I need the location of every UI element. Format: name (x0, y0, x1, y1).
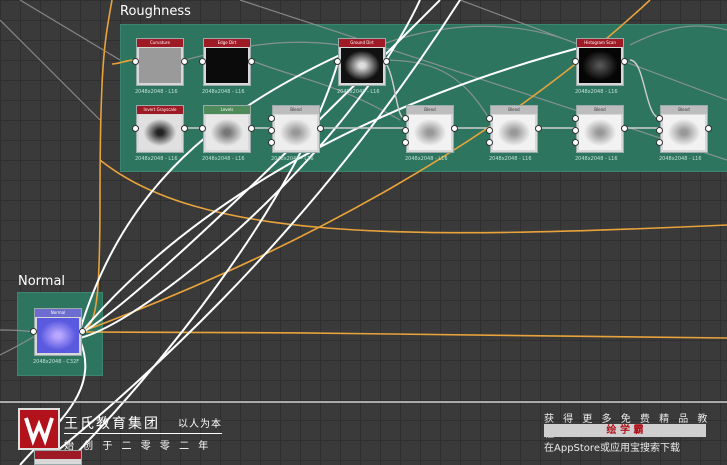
normal-input-port[interactable] (30, 328, 37, 335)
blend-2-input-port-b[interactable] (402, 127, 409, 134)
blend-node-5-title: Blend (661, 106, 707, 114)
normal-thumbnail (37, 318, 79, 353)
blend-node-2-caption: 2048x2048 - L16 (405, 156, 448, 162)
blend-4-input-port-c[interactable] (572, 139, 579, 146)
blend-node-3-title: Blend (491, 106, 537, 114)
watermark-logo (18, 408, 60, 450)
levels-output-port[interactable] (248, 125, 255, 132)
blend-node-2-title: Blend (407, 106, 453, 114)
blend-3-output-port[interactable] (535, 125, 542, 132)
blend-5-thumbnail (663, 115, 705, 150)
edge-dirt-input-port[interactable] (199, 58, 206, 65)
promo-app-name: 绘 学 霸 (544, 424, 706, 437)
normal-output-port[interactable] (79, 328, 86, 335)
blend-4-thumbnail (579, 115, 621, 150)
invert-grayscale-output-port[interactable] (181, 125, 188, 132)
watermark-divider (64, 433, 222, 434)
blend-1-input-port-b[interactable] (268, 127, 275, 134)
ground-dirt-node-title: Ground Dirt (339, 39, 385, 47)
blend-3-input-port-b[interactable] (486, 127, 493, 134)
watermark-org-name: 王氏教育集团 (64, 416, 160, 432)
histogram-scan-node-caption: 2048x2048 - L16 (575, 89, 618, 95)
edge-dirt-node[interactable]: Edge Dirt 2048x2048 - L16 (202, 38, 251, 95)
ground-dirt-node-caption: 2048x2048 - L16 (337, 89, 380, 95)
partial-node-header (35, 451, 81, 459)
blend-2-thumbnail (409, 115, 451, 150)
blend-1-input-port-c[interactable] (268, 139, 275, 146)
ground-dirt-input-port[interactable] (334, 58, 341, 65)
blend-node-4-caption: 2048x2048 - L16 (575, 156, 618, 162)
watermark-subline: 始 创 于 二 零 零 二 年 (64, 441, 212, 452)
blend-2-input-port-c[interactable] (402, 139, 409, 146)
promo-line-3: 在AppStore或应用宝搜索下载 (544, 443, 680, 454)
blend-5-input-port-a[interactable] (656, 115, 663, 122)
blend-node-5-caption: 2048x2048 - L16 (659, 156, 702, 162)
invert-grayscale-thumbnail (139, 115, 181, 150)
edge-dirt-node-title: Edge Dirt (204, 39, 250, 47)
blend-3-thumbnail (493, 115, 535, 150)
normal-node[interactable]: Normal 2048x2048 - C32F (33, 308, 82, 365)
partial-node[interactable] (34, 450, 82, 465)
blend-4-output-port[interactable] (621, 125, 628, 132)
edge-dirt-node-caption: 2048x2048 - L16 (202, 89, 245, 95)
histogram-scan-input-port[interactable] (572, 58, 579, 65)
curvature-input-port[interactable] (132, 58, 139, 65)
curvature-node[interactable]: Curvature 2048x2048 - L16 (135, 38, 184, 95)
blend-3-input-port-c[interactable] (486, 139, 493, 146)
blend-1-output-port[interactable] (317, 125, 324, 132)
blend-2-output-port[interactable] (451, 125, 458, 132)
blend-node-1[interactable]: Blend 2048x2048 - L16 (271, 105, 320, 162)
levels-input-port[interactable] (199, 125, 206, 132)
w-logo-icon (24, 417, 54, 446)
histogram-scan-thumbnail (579, 48, 621, 83)
curvature-node-caption: 2048x2048 - L16 (135, 89, 178, 95)
edge-dirt-thumbnail (206, 48, 248, 83)
blend-node-3[interactable]: Blend 2048x2048 - L16 (489, 105, 538, 162)
blend-4-input-port-a[interactable] (572, 115, 579, 122)
blend-node-4-title: Blend (577, 106, 623, 114)
invert-grayscale-node-title: Invert Grayscale (137, 106, 183, 114)
normal-node-title: Normal (35, 309, 81, 317)
curvature-thumbnail (139, 48, 181, 83)
blend-2-input-port-a[interactable] (402, 115, 409, 122)
histogram-scan-node-title: Histogram Scan (577, 39, 623, 47)
edge-dirt-output-port[interactable] (248, 58, 255, 65)
levels-thumbnail (206, 115, 248, 150)
blend-5-input-port-c[interactable] (656, 139, 663, 146)
invert-grayscale-input-port[interactable] (132, 125, 139, 132)
ground-dirt-output-port[interactable] (383, 58, 390, 65)
levels-node-title: Levels (204, 106, 250, 114)
normal-node-caption: 2048x2048 - C32F (33, 359, 80, 365)
invert-grayscale-node[interactable]: Invert Grayscale 2048x2048 - L16 (135, 105, 184, 162)
ground-dirt-node[interactable]: Ground Dirt 2048x2048 - L16 (337, 38, 386, 95)
invert-grayscale-node-caption: 2048x2048 - L16 (135, 156, 178, 162)
histogram-scan-node[interactable]: Histogram Scan 2048x2048 - L16 (575, 38, 624, 95)
blend-1-thumbnail (275, 115, 317, 150)
blend-5-output-port[interactable] (705, 125, 712, 132)
blend-node-1-caption: 2048x2048 - L16 (271, 156, 314, 162)
blend-5-input-port-b[interactable] (656, 127, 663, 134)
blend-node-1-title: Blend (273, 106, 319, 114)
blend-1-input-port-a[interactable] (268, 115, 275, 122)
blend-node-5[interactable]: Blend 2048x2048 - L16 (659, 105, 708, 162)
levels-node[interactable]: Levels 2048x2048 - L16 (202, 105, 251, 162)
ground-dirt-thumbnail (341, 48, 383, 83)
blend-4-input-port-b[interactable] (572, 127, 579, 134)
curvature-node-title: Curvature (137, 39, 183, 47)
blend-node-3-caption: 2048x2048 - L16 (489, 156, 532, 162)
watermark-slogan: 以人为本 (178, 419, 222, 430)
histogram-scan-output-port[interactable] (621, 58, 628, 65)
blend-3-input-port-a[interactable] (486, 115, 493, 122)
blend-node-2[interactable]: Blend 2048x2048 - L16 (405, 105, 454, 162)
blend-node-4[interactable]: Blend 2048x2048 - L16 (575, 105, 624, 162)
curvature-output-port[interactable] (181, 58, 188, 65)
levels-node-caption: 2048x2048 - L16 (202, 156, 245, 162)
